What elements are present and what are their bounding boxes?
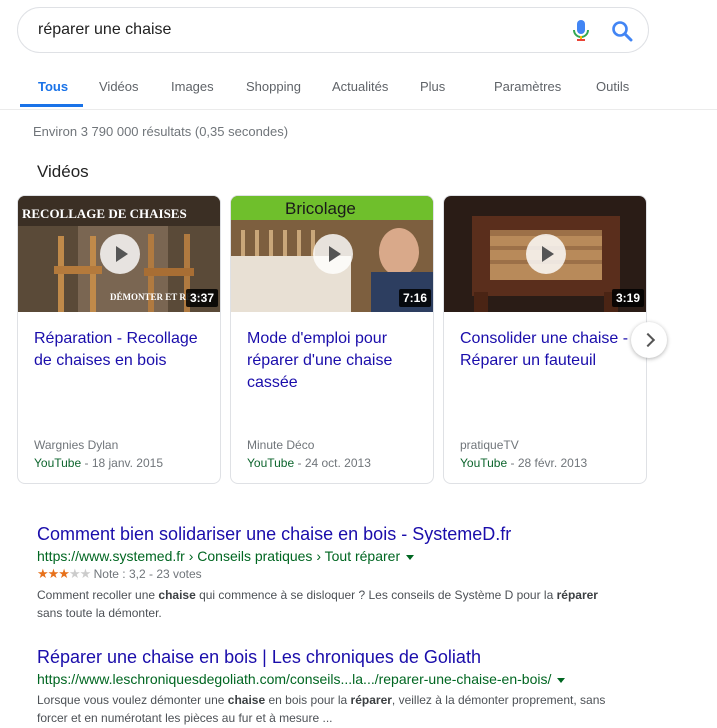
video-thumbnail: 3:19 [444, 196, 646, 312]
result-snippet: Comment recoller une chaise qui commence… [37, 586, 607, 622]
video-card[interactable]: RECOLLAGE DE CHAISES DÉMONTER ET REMO 3:… [17, 195, 221, 484]
tab-videos[interactable]: Vidéos [99, 79, 139, 94]
snippet-highlight: réparer [350, 693, 392, 707]
video-date: - 28 févr. 2013 [507, 456, 588, 470]
snippet-highlight: chaise [227, 693, 266, 707]
video-date: - 24 oct. 2013 [294, 456, 371, 470]
result-url[interactable]: https://www.leschroniquesdegoliath.com/c… [37, 671, 637, 687]
video-date: - 18 janv. 2015 [81, 456, 163, 470]
search-input[interactable]: réparer une chaise [38, 21, 171, 39]
tab-images[interactable]: Images [171, 79, 214, 94]
search-result: Réparer une chaise en bois | Les chroniq… [37, 647, 637, 727]
microphone-icon[interactable] [571, 19, 591, 43]
carousel-next-button[interactable] [631, 322, 667, 358]
snippet-highlight: chaise [158, 588, 196, 602]
thumbnail-caption: Bricolage [285, 199, 356, 218]
caret-down-icon[interactable] [406, 554, 415, 560]
play-icon[interactable] [100, 234, 140, 274]
video-card[interactable]: Bricolage 7:16 Mode d'emploi pour répare… [230, 195, 434, 484]
video-thumbnail: RECOLLAGE DE CHAISES DÉMONTER ET REMO 3:… [18, 196, 220, 312]
tab-shopping[interactable]: Shopping [246, 79, 301, 94]
result-title[interactable]: Comment bien solidariser une chaise en b… [37, 524, 637, 545]
video-duration: 3:19 [611, 289, 644, 307]
play-icon[interactable] [313, 234, 353, 274]
tab-plus[interactable]: Plus [420, 79, 445, 94]
result-rating: ★★★★★ Note : 3,2 - 23 votes [37, 566, 637, 582]
result-url[interactable]: https://www.systemed.fr › Conseils prati… [37, 548, 637, 564]
video-source: YouTube [34, 456, 82, 470]
video-duration: 7:16 [398, 289, 431, 307]
tab-parametres[interactable]: Paramètres [494, 79, 561, 94]
star-rating-icon: ★★★★★ [37, 566, 91, 581]
snippet-text: Comment recoller une [37, 588, 159, 602]
video-title[interactable]: Réparation - Recollage de chaises en boi… [34, 328, 214, 372]
video-meta: YouTube - 28 févr. 2013 [460, 456, 587, 470]
result-title[interactable]: Réparer une chaise en bois | Les chroniq… [37, 647, 637, 668]
video-thumbnail: Bricolage 7:16 [231, 196, 433, 312]
snippet-text: sans toute la démonter. [37, 606, 162, 620]
video-title[interactable]: Consolider une chaise - Réparer un faute… [460, 328, 640, 372]
videos-heading: Vidéos [37, 162, 89, 181]
video-channel: pratiqueTV [460, 438, 519, 452]
video-duration: 3:37 [185, 289, 218, 307]
snippet-text: Lorsque vous voulez démonter une [37, 693, 228, 707]
search-box[interactable]: réparer une chaise [17, 7, 649, 53]
play-icon[interactable] [526, 234, 566, 274]
result-url-text: https://www.leschroniquesdegoliath.com/c… [37, 671, 552, 687]
tab-actualites[interactable]: Actualités [332, 79, 388, 94]
result-snippet: Lorsque vous voulez démonter une chaise … [37, 691, 607, 727]
search-result: Comment bien solidariser une chaise en b… [37, 524, 637, 622]
active-tab-indicator [20, 104, 83, 107]
tab-tous[interactable]: Tous [38, 79, 68, 94]
thumbnail-caption: RECOLLAGE DE CHAISES [22, 206, 187, 221]
video-source: YouTube [460, 456, 508, 470]
rating-text: Note : 3,2 - 23 votes [93, 567, 202, 581]
search-icon[interactable] [611, 20, 633, 42]
video-title[interactable]: Mode d'emploi pour réparer d'une chaise … [247, 328, 427, 394]
snippet-highlight: réparer [556, 588, 598, 602]
tab-outils[interactable]: Outils [596, 79, 629, 94]
video-meta: YouTube - 24 oct. 2013 [247, 456, 371, 470]
video-meta: YouTube - 18 janv. 2015 [34, 456, 163, 470]
result-stats: Environ 3 790 000 résultats (0,35 second… [33, 124, 289, 139]
video-channel: Wargnies Dylan [34, 438, 119, 452]
video-channel: Minute Déco [247, 438, 315, 452]
caret-down-icon[interactable] [557, 677, 566, 683]
snippet-text: en bois pour la [265, 693, 351, 707]
snippet-text: qui commence à se disloquer ? Les consei… [195, 588, 557, 602]
result-url-text: https://www.systemed.fr › Conseils prati… [37, 548, 401, 564]
search-tabs: Tous Vidéos Images Shopping Actualités P… [0, 54, 717, 110]
video-source: YouTube [247, 456, 295, 470]
video-card[interactable]: 3:19 Consolider une chaise - Réparer un … [443, 195, 647, 484]
